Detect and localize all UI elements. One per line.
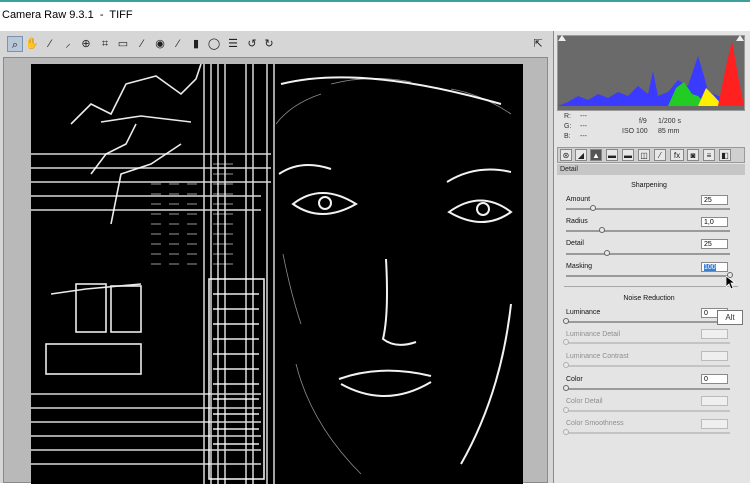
amount-slider[interactable] (566, 205, 730, 211)
detail-slider[interactable] (566, 250, 730, 256)
color-smoothness-field (701, 419, 728, 429)
rotate-right-icon[interactable]: ↻ (261, 36, 277, 52)
right-panel: R: --- G: --- B: --- f/9 1/200 s ISO 100… (553, 31, 750, 483)
luminance-contrast-slider (563, 362, 730, 368)
camera-raw-dialog: ⌕ ✋ ⁄ ⸝ ⊕ ⌗ ▭ ⁄ ◉ ⁄ ▮ ◯ ☰ ↺ ↻ ⇱ R: --- G… (0, 31, 750, 484)
amount-label: Amount (566, 196, 591, 203)
panel-tabs: ⊛ ◢ ▲ ▬ ▬ ◫ ⁄ fx ◙ ≡ ◧ (557, 147, 745, 163)
tab-effects-icon[interactable]: ⁄ (654, 149, 666, 161)
noise-reduction-title: Noise Reduction (623, 295, 675, 302)
detail-field[interactable]: 25 (701, 239, 728, 249)
histogram-graphic (558, 41, 744, 106)
tab-lens-corrections-icon[interactable]: ◫ (638, 149, 650, 161)
b-value: --- (580, 133, 587, 140)
detail-label: Detail (566, 240, 584, 247)
color-detail-slider-thumb (563, 407, 569, 413)
tab-presets-icon[interactable]: ≡ (703, 149, 715, 161)
masking-preview-graphic (31, 64, 523, 484)
title-bar: Camera Raw 9.3.1 - TIFF (0, 0, 750, 30)
radius-label: Radius (566, 218, 588, 225)
g-value: --- (580, 123, 587, 130)
color-detail-field (701, 396, 728, 406)
color-slider-thumb[interactable] (563, 385, 569, 391)
preview-image[interactable] (31, 64, 523, 484)
r-value: --- (580, 113, 587, 120)
focal-length: 85 mm (658, 128, 680, 135)
color-sampler-tool-icon[interactable]: ⸝ (60, 36, 76, 52)
color-smoothness-label: Color Smoothness (566, 420, 624, 427)
color-smoothness-slider (563, 429, 730, 435)
radius-slider[interactable] (566, 227, 730, 233)
spot-removal-tool-icon[interactable]: ⁄ (134, 36, 150, 52)
hand-tool-icon[interactable]: ✋ (24, 36, 40, 52)
white-balance-tool-icon[interactable]: ⁄ (42, 36, 58, 52)
luminance-contrast-slider-thumb (563, 362, 569, 368)
tab-detail-icon[interactable]: ▲ (590, 149, 602, 161)
masking-field[interactable]: 100 (701, 262, 728, 272)
targeted-adjustment-tool-icon[interactable]: ⊕ (78, 36, 94, 52)
masking-value: 100 (704, 264, 716, 271)
tooltip: Alt (717, 310, 743, 325)
color-smoothness-slider-thumb (563, 429, 569, 435)
zoom-tool-icon[interactable]: ⌕ (7, 36, 23, 52)
luminance-detail-slider-thumb (563, 339, 569, 345)
luminance-detail-field (701, 329, 728, 339)
amount-field[interactable]: 25 (701, 195, 728, 205)
fullscreen-toggle-icon[interactable]: ⇱ (530, 36, 546, 52)
luminance-contrast-label: Luminance Contrast (566, 353, 629, 360)
amount-slider-thumb[interactable] (590, 205, 597, 211)
crop-tool-icon[interactable]: ⌗ (97, 36, 113, 52)
color-slider[interactable] (563, 385, 730, 391)
masking-slider[interactable] (566, 272, 733, 278)
luminance-detail-slider (563, 339, 730, 345)
shadow-clipping-icon[interactable] (558, 35, 566, 41)
radius-field[interactable]: 1,0 (701, 217, 728, 227)
red-eye-tool-icon[interactable]: ◉ (152, 36, 168, 52)
detail-slider-thumb[interactable] (604, 250, 610, 256)
panel-header: Detail (557, 164, 745, 175)
tab-tone-curve-icon[interactable]: ◢ (575, 149, 587, 161)
tab-hsl-icon[interactable]: ▬ (606, 149, 618, 161)
window-title: Camera Raw 9.3.1 - TIFF (2, 9, 133, 21)
preferences-tool-icon[interactable]: ☰ (225, 36, 241, 52)
straighten-tool-icon[interactable]: ▭ (115, 36, 131, 52)
color-label: Color (566, 376, 583, 383)
tab-basic-icon[interactable]: ⊛ (560, 149, 572, 161)
preview-area (3, 57, 548, 484)
adjustment-brush-tool-icon[interactable]: ⁄ (170, 36, 186, 52)
luminance-slider-thumb[interactable] (563, 318, 569, 324)
color-detail-label: Color Detail (566, 398, 603, 405)
aperture: f/9 (639, 118, 647, 125)
r-label: R: (564, 113, 571, 120)
radius-slider-thumb[interactable] (599, 227, 606, 233)
readout: R: --- G: --- B: --- f/9 1/200 s ISO 100… (554, 111, 750, 143)
section-divider (564, 286, 738, 287)
iso: ISO 100 (622, 128, 648, 135)
rotate-left-icon[interactable]: ↺ (244, 36, 260, 52)
mouse-cursor-icon (726, 276, 735, 290)
tab-camera-calibration-icon[interactable]: ◙ (687, 149, 699, 161)
luminance-label: Luminance (566, 309, 601, 316)
luminance-contrast-field (701, 351, 728, 361)
color-detail-slider (563, 407, 730, 413)
color-field[interactable]: 0 (701, 374, 728, 384)
shutter-speed: 1/200 s (658, 118, 681, 125)
g-label: G: (564, 123, 572, 130)
panel-title: Detail (560, 166, 578, 173)
radial-filter-tool-icon[interactable]: ◯ (206, 36, 222, 52)
tab-snapshots-icon[interactable]: ◧ (719, 149, 731, 161)
histogram (557, 35, 745, 111)
graduated-filter-tool-icon[interactable]: ▮ (188, 36, 204, 52)
tab-split-toning-icon[interactable]: ▬ (622, 149, 634, 161)
luminance-slider[interactable] (563, 318, 730, 324)
luminance-detail-label: Luminance Detail (566, 331, 621, 338)
tab-fx-icon[interactable]: fx (670, 149, 684, 161)
sharpening-title: Sharpening (631, 182, 667, 189)
masking-label: Masking (566, 263, 593, 270)
highlight-clipping-icon[interactable] (736, 35, 744, 41)
b-label: B: (564, 133, 571, 140)
toolbar: ⌕ ✋ ⁄ ⸝ ⊕ ⌗ ▭ ⁄ ◉ ⁄ ▮ ◯ ☰ ↺ ↻ ⇱ (0, 31, 552, 56)
